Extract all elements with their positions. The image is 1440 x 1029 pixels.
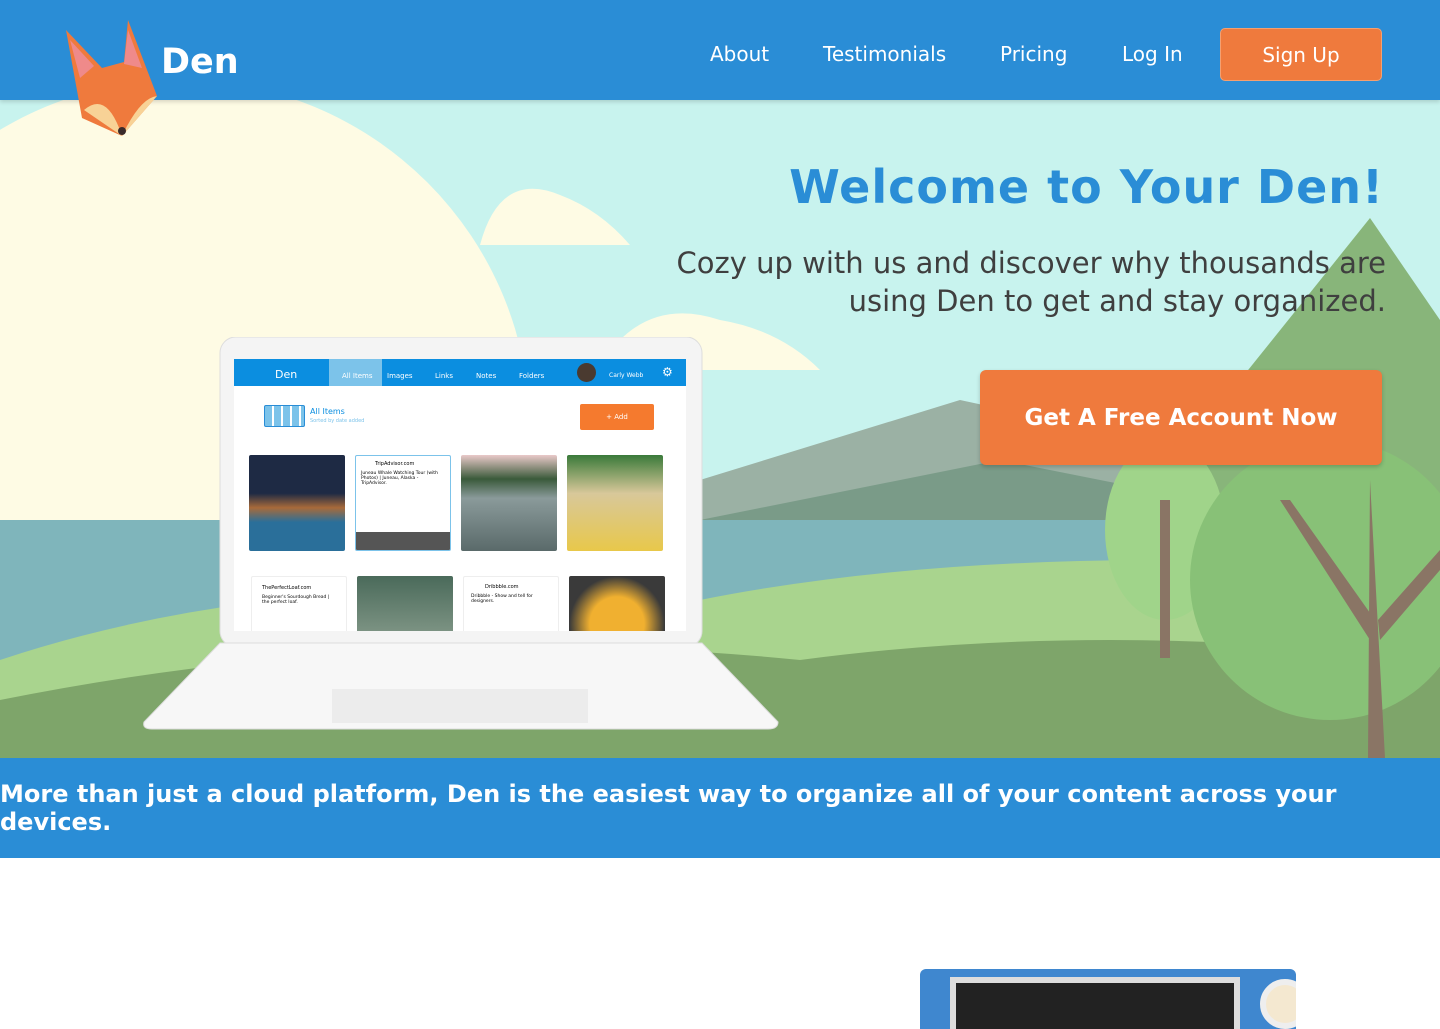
card-text: Juneau Whale Watching Tour (with Photos)… <box>361 471 438 486</box>
hero-title: Welcome to Your Den! <box>789 160 1384 214</box>
app-tab-folders[interactable]: Folders <box>519 372 544 380</box>
grid-icon <box>264 405 305 427</box>
app-screenshot: Den All Items Images Links Notes Folders… <box>234 359 686 631</box>
card-lake-image[interactable] <box>461 455 557 551</box>
card-tripadvisor[interactable]: TripAdvisor.com Juneau Whale Watching To… <box>355 455 451 551</box>
card-pool-image[interactable] <box>249 455 345 551</box>
app-tab-links[interactable]: Links <box>435 372 453 380</box>
tagline-band: More than just a cloud platform, Den is … <box>0 758 1440 858</box>
card-dog-image[interactable] <box>567 455 663 551</box>
free-account-button[interactable]: Get A Free Account Now <box>980 370 1382 465</box>
nav-testimonials[interactable]: Testimonials <box>823 42 946 66</box>
card-site: ThePerfectLoaf.com <box>262 585 312 591</box>
brand-name[interactable]: Den <box>161 42 239 82</box>
card-soup-image[interactable] <box>569 576 665 631</box>
gear-icon[interactable]: ⚙ <box>662 365 673 379</box>
app-brand: Den <box>275 368 298 381</box>
card-dribbble[interactable]: Dribbble.com Dribbble - Show and tell fo… <box>463 576 559 631</box>
signup-button[interactable]: Sign Up <box>1220 28 1382 81</box>
app-tab-images[interactable]: Images <box>387 372 413 380</box>
hero-subtitle: Cozy up with us and discover why thousan… <box>676 246 1386 318</box>
user-name[interactable]: Carly Webb <box>609 372 643 379</box>
card-site: Dribbble.com <box>485 584 519 590</box>
card-text: Dribbble - Show and tell for designers. <box>471 594 533 604</box>
user-avatar[interactable] <box>577 363 596 382</box>
card-site: TripAdvisor.com <box>375 461 415 467</box>
nav-login[interactable]: Log In <box>1122 42 1183 66</box>
fox-logo-icon[interactable] <box>62 18 162 138</box>
app-tab-all-items[interactable]: All Items <box>342 372 373 380</box>
card-loaf[interactable]: ThePerfectLoaf.com Beginner's Sourdough … <box>251 576 347 631</box>
card-text: Beginner's Sourdough Bread | the perfect… <box>262 595 330 605</box>
desk-illustration <box>920 969 1296 1029</box>
app-tab-notes[interactable]: Notes <box>476 372 496 380</box>
card-forest-image[interactable] <box>357 576 453 631</box>
section-title: All Items <box>310 407 345 416</box>
app-header: Den All Items Images Links Notes Folders… <box>234 359 686 386</box>
nav-about[interactable]: About <box>710 42 769 66</box>
section-subtitle: Sorted by date added <box>310 418 365 424</box>
top-nav: Den About Testimonials Pricing Log In Si… <box>0 0 1440 136</box>
add-button[interactable]: + Add <box>580 404 654 430</box>
nav-pricing[interactable]: Pricing <box>1000 42 1067 66</box>
